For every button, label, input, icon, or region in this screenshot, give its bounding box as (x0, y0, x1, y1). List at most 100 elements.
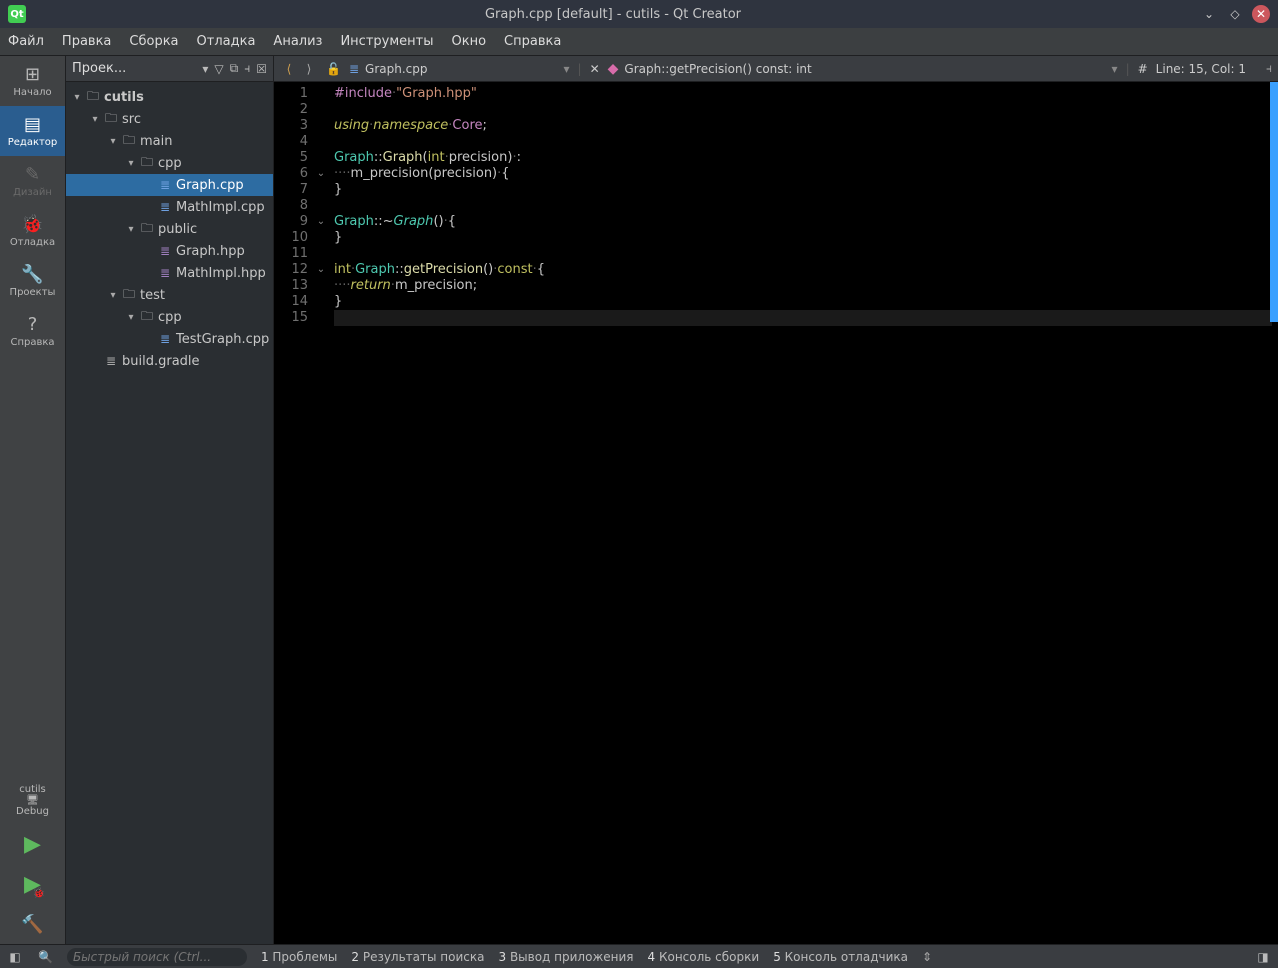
mode-label: Отладка (10, 237, 55, 248)
maximize-button[interactable]: ◇ (1226, 5, 1244, 23)
file-icon: ≣ (156, 244, 174, 258)
pane-4[interactable]: 4 Консоль сборки (648, 950, 760, 964)
expand-arrow-icon[interactable]: ▾ (70, 92, 84, 103)
tree-label: cutils (102, 90, 144, 105)
pane-3[interactable]: 3 Вывод приложения (498, 950, 633, 964)
tree-item-src[interactable]: ▾🗀src (66, 108, 273, 130)
tree-label: MathImpl.hpp (174, 266, 266, 281)
code-content[interactable]: #include·"Graph.hpp"using·namespace·Core… (328, 82, 1278, 944)
open-file-selector[interactable]: ≣ Graph.cpp ▾ (349, 62, 570, 76)
menu-анализ[interactable]: Анализ (273, 34, 322, 49)
close-button[interactable]: ✕ (1252, 5, 1270, 23)
expand-arrow-icon[interactable]: ▾ (106, 290, 120, 301)
expand-arrow-icon[interactable]: ▾ (124, 158, 138, 169)
mode-проекты[interactable]: 🔧Проекты (0, 256, 65, 306)
close-doc-button[interactable]: ✕ (590, 62, 600, 76)
mode-справка[interactable]: ?Справка (0, 306, 65, 356)
project-panel-header: Проек... ▾ ▽ ⧉ ⫞ ☒ (66, 56, 273, 82)
build-button[interactable]: 🔨 (0, 904, 65, 944)
file-icon: ≣ (156, 178, 174, 192)
project-tree[interactable]: ▾🗀cutils▾🗀src▾🗀main▾🗀cpp≣Graph.cpp≣MathI… (66, 82, 273, 944)
nav-forward-button[interactable]: ⟩ (300, 62, 318, 76)
menu-окно[interactable]: Окно (451, 34, 486, 49)
filter-icon[interactable]: ▽ (214, 62, 223, 76)
tree-item-cutils[interactable]: ▾🗀cutils (66, 86, 273, 108)
tree-item-testgraph-cpp[interactable]: ≣TestGraph.cpp (66, 328, 273, 350)
menu-справка[interactable]: Справка (504, 34, 561, 49)
readonly-toggle-icon[interactable]: 🔓 (326, 62, 341, 76)
vertical-scrollbar[interactable] (1270, 82, 1278, 322)
expand-arrow-icon[interactable]: ▾ (124, 312, 138, 323)
menu-отладка[interactable]: Отладка (197, 34, 256, 49)
folder-icon: 🗀 (102, 109, 120, 130)
code-editor[interactable]: 123456789101112131415 ⌄⌄⌄ #include·"Grap… (274, 82, 1278, 944)
line-gutter[interactable]: 123456789101112131415 (274, 82, 314, 944)
mode-bar: ⊞Начало▤Редактор✎Дизайн🐞Отладка🔧Проекты?… (0, 56, 66, 944)
folder-icon: 🗀 (120, 131, 138, 152)
symbol-selector[interactable]: ◆ Graph::getPrecision() const: int (608, 61, 1104, 77)
menu-инструменты[interactable]: Инструменты (340, 34, 433, 49)
mode-дизайн: ✎Дизайн (0, 156, 65, 206)
expand-arrow-icon[interactable]: ▾ (88, 114, 102, 125)
mode-отладка[interactable]: 🐞Отладка (0, 206, 65, 256)
mode-label: Начало (13, 87, 51, 98)
mode-начало[interactable]: ⊞Начало (0, 56, 65, 106)
menubar: Файл Правка Сборка Отладка Анализ Инструменты… (0, 28, 1278, 56)
pane-2[interactable]: 2 Результаты поиска (351, 950, 484, 964)
pane-menu-icon[interactable]: ⇕ (922, 950, 932, 964)
titlebar: Qt Graph.cpp [default] - cutils - Qt Cre… (0, 0, 1278, 28)
tree-item-test[interactable]: ▾🗀test (66, 284, 273, 306)
tree-item-build-gradle[interactable]: ≣build.gradle (66, 350, 273, 372)
tree-item-mathimpl-cpp[interactable]: ≣MathImpl.cpp (66, 196, 273, 218)
file-icon: ≣ (349, 62, 359, 76)
debug-run-button[interactable]: ▶🐞 (0, 864, 65, 904)
close-panel-icon[interactable]: ☒ (256, 62, 267, 76)
locator-input[interactable] (67, 948, 247, 966)
run-button[interactable]: ▶ (0, 824, 65, 864)
chevron-down-icon: ▾ (563, 62, 569, 76)
kit-selector[interactable]: cutils 🖥 Debug (0, 776, 65, 824)
menu-файл[interactable]: Файл (8, 34, 44, 49)
tree-item-cpp[interactable]: ▾🗀cpp (66, 306, 273, 328)
pane-5[interactable]: 5 Консоль отладчика (773, 950, 908, 964)
search-icon: 🔍 (38, 950, 53, 964)
menu-сборка[interactable]: Сборка (129, 34, 178, 49)
toggle-right-sidebar-icon[interactable]: ◨ (1254, 950, 1272, 964)
kit-project-label: cutils (19, 784, 46, 795)
tree-item-cpp[interactable]: ▾🗀cpp (66, 152, 273, 174)
breadcrumb-label: Graph::getPrecision() const: int (624, 62, 811, 76)
mode-icon: ✎ (25, 164, 40, 185)
tree-label: cpp (156, 310, 182, 325)
output-pane-bar: ◧ 🔍 1 Проблемы 2 Результаты поиска 3 Вывод… (0, 944, 1278, 968)
minimize-button[interactable]: ⌄ (1200, 5, 1218, 23)
fold-column[interactable]: ⌄⌄⌄ (314, 82, 328, 944)
link-icon[interactable]: ⧉ (230, 61, 239, 76)
mode-icon: ▤ (24, 114, 41, 135)
split-editor-icon[interactable]: ⫞ (1266, 61, 1272, 76)
tree-item-graph-cpp[interactable]: ≣Graph.cpp (66, 174, 273, 196)
project-selector[interactable]: Проек... (72, 61, 196, 76)
dropdown-icon[interactable]: ▾ (202, 62, 208, 76)
tree-label: test (138, 288, 165, 303)
nav-back-button[interactable]: ⟨ (280, 62, 298, 76)
mode-редактор[interactable]: ▤Редактор (0, 106, 65, 156)
split-icon[interactable]: ⫞ (244, 61, 250, 76)
tree-item-mathimpl-hpp[interactable]: ≣MathImpl.hpp (66, 262, 273, 284)
toggle-sidebar-icon[interactable]: ◧ (6, 950, 24, 964)
folder-icon: 🗀 (138, 219, 156, 240)
tree-label: cpp (156, 156, 182, 171)
pane-1[interactable]: 1 Проблемы (261, 950, 337, 964)
expand-arrow-icon[interactable]: ▾ (124, 224, 138, 235)
expand-arrow-icon[interactable]: ▾ (106, 136, 120, 147)
tree-item-public[interactable]: ▾🗀public (66, 218, 273, 240)
editor-toolbar: ⟨ ⟩ 🔓 ≣ Graph.cpp ▾ | ✕ ◆ Graph::getPrec… (274, 56, 1278, 82)
folder-icon: 🗀 (138, 307, 156, 328)
tree-item-main[interactable]: ▾🗀main (66, 130, 273, 152)
menu-правка[interactable]: Правка (62, 34, 111, 49)
tree-item-graph-hpp[interactable]: ≣Graph.hpp (66, 240, 273, 262)
tree-label: Graph.cpp (174, 178, 244, 193)
pos-prefix: # (1138, 62, 1148, 76)
method-icon: ◆ (608, 61, 619, 77)
cursor-position[interactable]: Line: 15, Col: 1 (1156, 62, 1246, 76)
window-title: Graph.cpp [default] - cutils - Qt Creato… (26, 7, 1200, 22)
